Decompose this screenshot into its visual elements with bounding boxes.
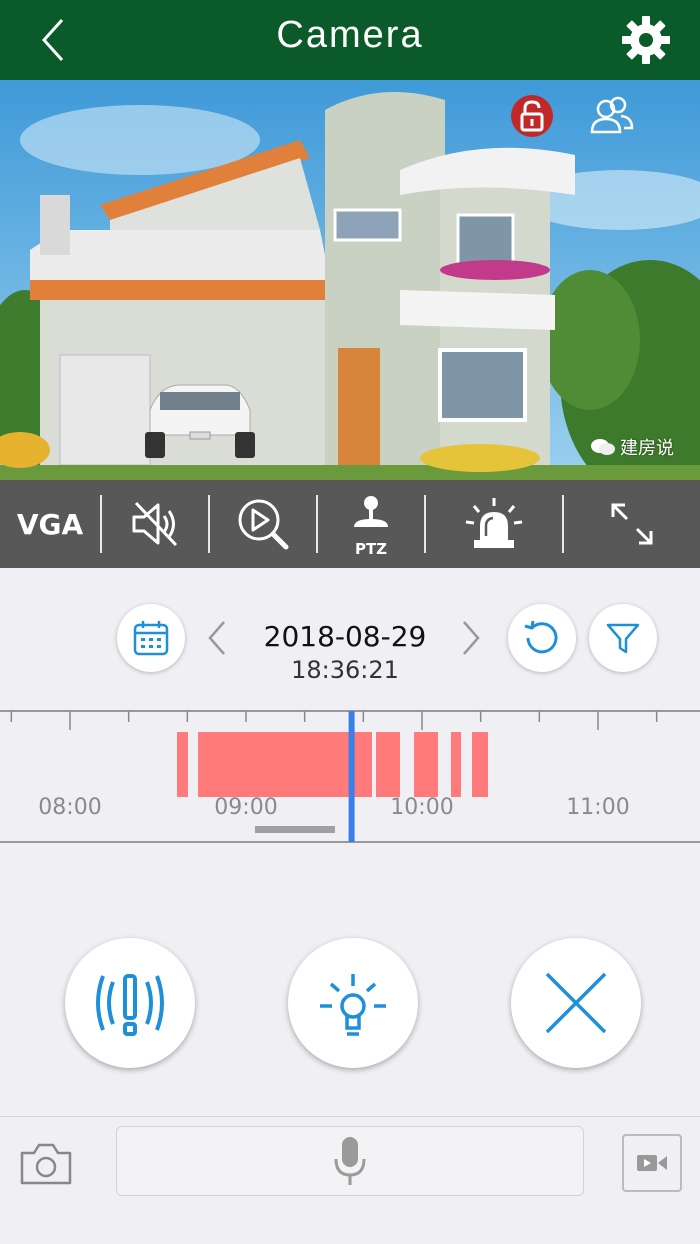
ptz-label: PTZ <box>354 540 388 558</box>
next-day-button[interactable] <box>456 618 486 658</box>
siren-icon <box>465 498 523 548</box>
prev-day-button[interactable] <box>202 618 232 658</box>
playback-date: 2018-08-29 <box>263 620 427 653</box>
microphone-icon <box>334 1137 366 1185</box>
timeline-cursor[interactable] <box>348 711 355 842</box>
camera-feed-image <box>0 80 700 480</box>
recording-segment[interactable] <box>177 732 188 797</box>
recording-timeline[interactable]: 08:00 09:00 10:00 11:00 <box>0 708 700 846</box>
timeline-hour-label: 11:00 <box>566 795 629 820</box>
joystick-icon <box>354 496 388 527</box>
record-video-button[interactable] <box>622 1134 682 1192</box>
camera-icon[interactable] <box>18 1139 74 1189</box>
calendar-button[interactable] <box>117 604 185 672</box>
fullscreen-button[interactable] <box>564 480 700 568</box>
close-button[interactable] <box>511 938 641 1068</box>
timeline-hour-label: 08:00 <box>38 795 101 820</box>
recording-segment[interactable] <box>414 732 438 797</box>
wechat-icon <box>591 439 615 455</box>
light-button[interactable] <box>288 938 418 1068</box>
timeline-records <box>177 732 488 797</box>
close-icon <box>545 972 607 1034</box>
video-record-icon <box>637 1155 667 1171</box>
filter-button[interactable] <box>589 604 657 672</box>
playback-search-button[interactable] <box>210 480 316 568</box>
timeline-hour-label: 09:00 <box>214 795 277 820</box>
watermark: 建房说 <box>590 434 674 460</box>
camera-live-view[interactable]: 建房说 <box>0 80 700 480</box>
alarm-button[interactable] <box>426 480 562 568</box>
expand-icon <box>611 503 653 545</box>
playback-time: 18:36:21 <box>291 656 399 684</box>
lock-icon[interactable] <box>510 94 554 138</box>
speaker-muted-icon <box>132 501 178 547</box>
filter-icon <box>606 623 640 654</box>
calendar-icon <box>133 621 169 656</box>
watermark-text: 建房说 <box>620 438 674 458</box>
recording-segment[interactable] <box>198 732 372 797</box>
recording-segment[interactable] <box>472 732 488 797</box>
timeline-hour-label: 10:00 <box>390 795 453 820</box>
quality-button[interactable]: VGA <box>0 480 100 568</box>
recording-segment[interactable] <box>451 732 461 797</box>
playback-date-row: 2018-08-29 18:36:21 <box>0 568 700 710</box>
recording-segment[interactable] <box>376 732 400 797</box>
timeline-labels: 08:00 09:00 10:00 11:00 <box>38 795 629 820</box>
timeline-ticks <box>10 711 658 730</box>
alert-vibrate-icon <box>96 974 164 1036</box>
gear-icon[interactable] <box>618 12 674 68</box>
app-header: Camera <box>0 0 700 80</box>
push-to-talk-button[interactable] <box>116 1126 584 1196</box>
playback-search-icon <box>238 499 289 550</box>
alert-button[interactable] <box>65 938 195 1068</box>
refresh-icon <box>524 620 558 654</box>
timeline-scroll-handle[interactable] <box>255 826 335 833</box>
ptz-button[interactable]: PTZ <box>318 480 424 568</box>
timeline-track[interactable]: 08:00 09:00 10:00 11:00 <box>0 708 700 846</box>
page-title: Camera <box>276 14 424 56</box>
bottom-bar <box>0 1116 700 1244</box>
light-bulb-icon <box>320 974 386 1036</box>
camera-toolbar: VGA PTZ <box>0 480 700 568</box>
refresh-button[interactable] <box>508 604 576 672</box>
quality-label: VGA <box>16 507 84 541</box>
mute-button[interactable] <box>102 480 208 568</box>
users-icon[interactable] <box>588 92 636 140</box>
